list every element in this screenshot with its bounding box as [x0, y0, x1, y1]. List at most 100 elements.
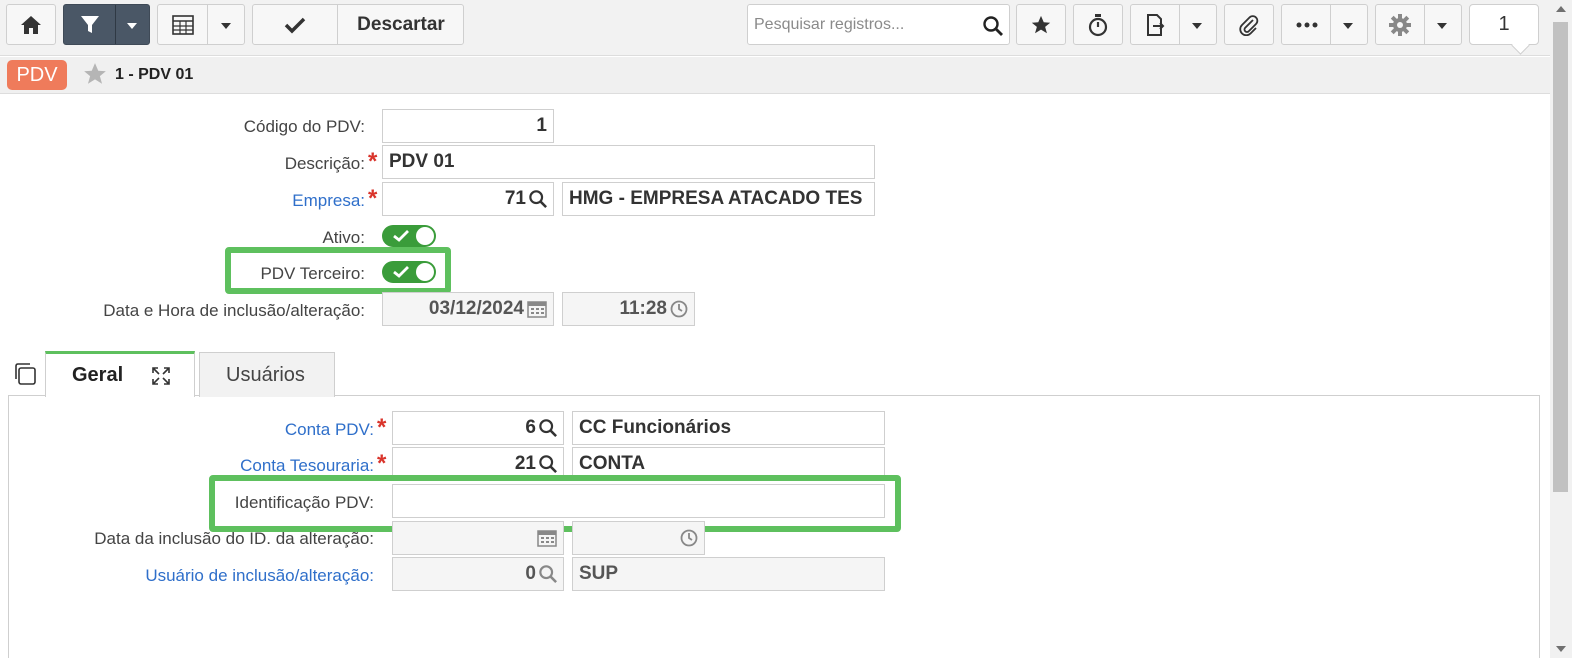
descricao-required-mark: * [368, 148, 378, 175]
tab-geral[interactable]: Geral [45, 351, 195, 397]
toolbar: Descartar 1 [0, 0, 1550, 56]
usuario-name-value: SUP [579, 563, 619, 584]
conta-tesouraria-required-mark: * [377, 450, 387, 477]
grid-dropdown-icon[interactable] [221, 23, 231, 29]
search-box [747, 4, 1010, 45]
conta-pdv-required-mark: * [377, 414, 387, 441]
data-inclusao-time-field[interactable] [572, 521, 705, 555]
home-button[interactable] [6, 4, 56, 45]
data-value: 03/12/2024 [428, 298, 524, 319]
stopwatch-icon [1088, 13, 1108, 36]
calendar-icon[interactable] [537, 529, 557, 547]
conta-pdv-code-value: 6 [525, 417, 536, 438]
check-icon [284, 17, 306, 33]
grid-view-button[interactable] [157, 4, 245, 45]
export-button[interactable] [1130, 4, 1217, 45]
table-icon [172, 15, 194, 35]
more-dropdown-icon[interactable] [1343, 23, 1353, 29]
descricao-field[interactable]: PDV 01 [382, 145, 875, 179]
record-title: 1 - PDV 01 [115, 66, 194, 83]
check-icon [393, 266, 409, 278]
favorite-star-icon[interactable] [82, 61, 108, 87]
favorite-button[interactable] [1016, 4, 1066, 45]
filter-button[interactable] [63, 4, 150, 45]
paperclip-icon [1239, 14, 1259, 36]
settings-button[interactable] [1375, 4, 1462, 45]
star-icon [1031, 15, 1051, 33]
search-icon[interactable] [539, 419, 557, 437]
conta-tesouraria-code-value: 21 [514, 453, 536, 474]
scrollbar-thumb[interactable] [1553, 22, 1568, 492]
ativo-toggle[interactable] [382, 225, 436, 247]
clock-icon[interactable] [670, 300, 688, 318]
descricao-label: Descrição: [284, 154, 365, 173]
tab-usuarios-label: Usuários [226, 363, 305, 386]
export-file-icon [1147, 14, 1165, 36]
conta-pdv-name-field[interactable]: CC Funcionários [572, 411, 885, 445]
record-header: PDV 1 - PDV 01 [0, 57, 1550, 94]
module-badge-label: PDV [16, 63, 58, 86]
hora-field[interactable]: 11:28 [562, 292, 695, 326]
usuario-code-value: 0 [525, 563, 536, 584]
scroll-down-arrow[interactable] [1556, 646, 1566, 652]
filter-dropdown-icon[interactable] [127, 23, 137, 29]
data-field[interactable]: 03/12/2024 [382, 292, 554, 326]
export-dropdown-icon[interactable] [1192, 23, 1202, 29]
vertical-scrollbar[interactable] [1550, 0, 1572, 658]
search-icon[interactable] [539, 455, 557, 473]
datahora-label: Data e Hora de inclusão/alteração: [103, 301, 365, 320]
home-icon [21, 15, 41, 34]
expand-icon[interactable] [151, 366, 171, 386]
conta-pdv-code-field[interactable]: 6 [392, 411, 564, 445]
confirm-button[interactable] [253, 5, 337, 44]
empresa-name-field[interactable]: HMG - EMPRESA ATACADO TES [562, 182, 875, 216]
empresa-code-field[interactable]: 71 [382, 182, 554, 216]
tab-geral-label: Geral [72, 364, 124, 386]
usuario-code-field[interactable]: 0 [392, 557, 564, 591]
search-input[interactable] [748, 5, 973, 44]
codigo-value: 1 [536, 115, 547, 136]
usuario-label[interactable]: Usuário de inclusão/alteração: [145, 566, 374, 586]
copy-tabs-icon[interactable] [13, 362, 37, 386]
check-icon [393, 230, 409, 242]
conta-pdv-name-value: CC Funcionários [579, 417, 732, 438]
codigo-field[interactable]: 1 [382, 109, 554, 143]
save-discard-group: Descartar [252, 4, 464, 45]
empresa-code-value: 71 [504, 188, 526, 209]
timer-button[interactable] [1073, 4, 1123, 45]
conta-pdv-label[interactable]: Conta PDV: [285, 420, 374, 440]
clock-icon[interactable] [680, 529, 698, 547]
data-inclusao-date-field[interactable] [392, 521, 564, 555]
conta-tesouraria-label[interactable]: Conta Tesouraria: [240, 456, 374, 476]
data-inclusao-label: Data da inclusão do ID. da alteração: [94, 529, 374, 548]
scroll-up-arrow[interactable] [1556, 6, 1566, 12]
empresa-required-mark: * [368, 185, 378, 212]
ativo-label: Ativo: [322, 228, 365, 247]
codigo-label: Código do PDV: [243, 117, 365, 136]
tab-usuarios[interactable]: Usuários [199, 352, 335, 397]
page-number-box[interactable]: 1 [1469, 4, 1539, 45]
page-number: 1 [1498, 13, 1510, 35]
terceiro-toggle[interactable] [382, 261, 436, 283]
search-icon[interactable] [539, 565, 557, 583]
settings-dropdown-icon[interactable] [1437, 23, 1447, 29]
discard-label: Descartar [357, 13, 445, 35]
usuario-name-field[interactable]: SUP [572, 557, 885, 591]
identificacao-field[interactable] [392, 484, 885, 518]
ellipsis-icon [1296, 22, 1318, 28]
hora-value: 11:28 [619, 298, 667, 319]
search-icon[interactable] [529, 190, 547, 208]
attachment-button[interactable] [1224, 4, 1274, 45]
terceiro-label: PDV Terceiro: [260, 264, 365, 283]
more-options-button[interactable] [1281, 4, 1368, 45]
filter-icon [81, 16, 99, 33]
conta-tesouraria-name-value: CONTA [579, 453, 646, 474]
calendar-icon[interactable] [527, 300, 547, 318]
search-icon[interactable] [983, 16, 1003, 36]
gear-icon [1389, 14, 1411, 36]
empresa-label[interactable]: Empresa: [292, 191, 365, 211]
module-badge: PDV [7, 60, 67, 90]
identificacao-label: Identificação PDV: [234, 493, 374, 512]
discard-button[interactable]: Descartar [338, 5, 464, 44]
descricao-value: PDV 01 [389, 151, 455, 172]
